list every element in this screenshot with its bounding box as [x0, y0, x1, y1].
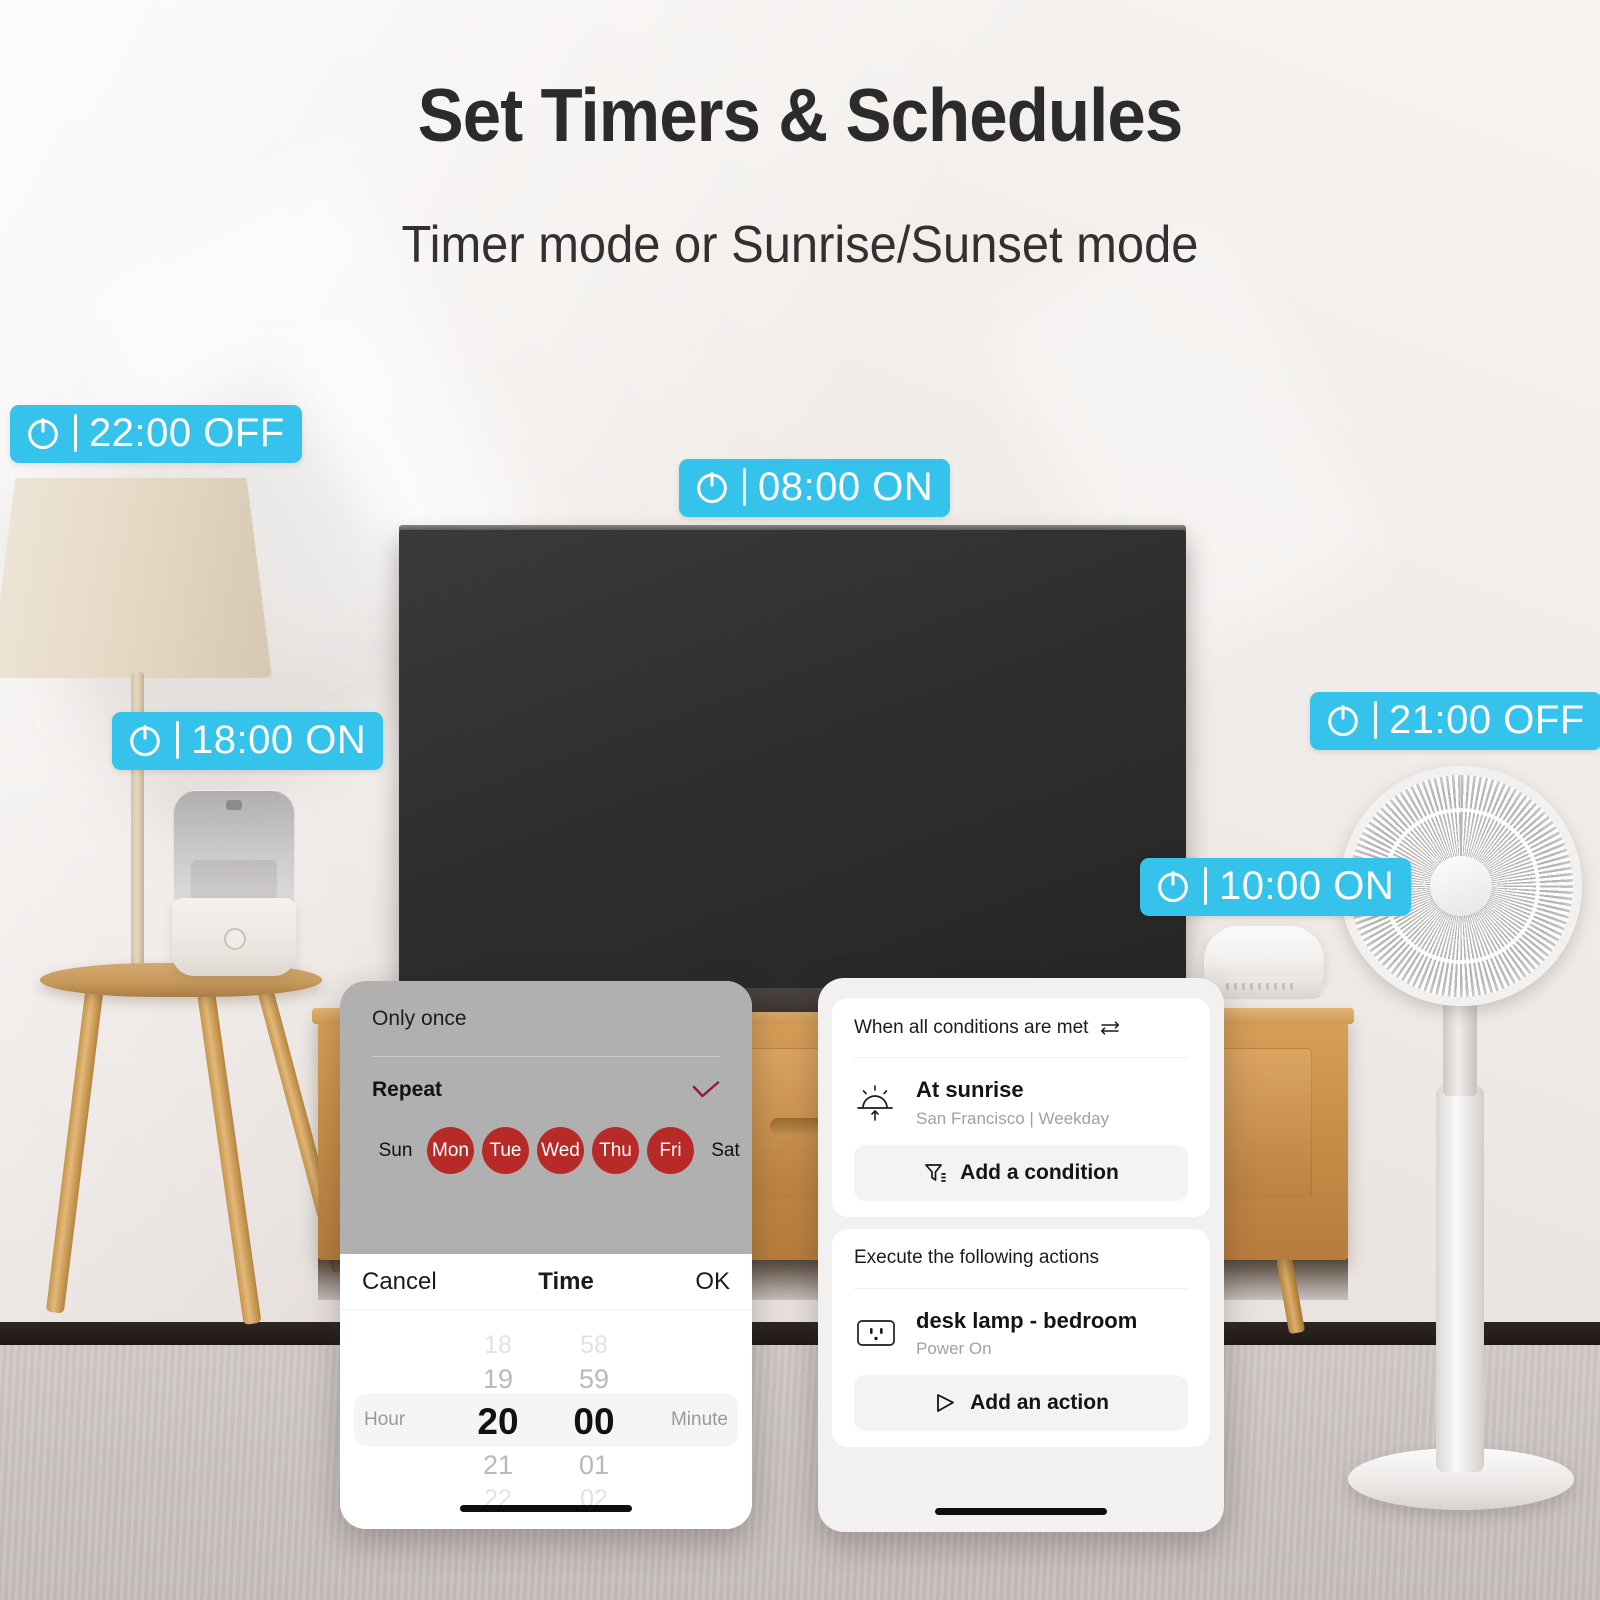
time-picker-header: Cancel Time OK [340, 1254, 752, 1310]
timer-badge-label: 18:00 ON [191, 718, 367, 762]
add-an-action-label: Add an action [970, 1391, 1109, 1414]
filter-icon [925, 1163, 947, 1182]
conditions-header-label: When all conditions are met [854, 1016, 1089, 1038]
repeat-label: Repeat [372, 1078, 443, 1101]
timer-phone-screen: Only once Repeat Sun Mon Tue Wed Thu Fri… [340, 981, 752, 1529]
repeat-row[interactable]: Repeat [372, 1057, 720, 1123]
condition-item-text: At sunrise San Francisco | Weekday [916, 1076, 1109, 1129]
weekday-thu[interactable]: Thu [592, 1127, 639, 1174]
pedestal-fan-pole [1436, 1086, 1484, 1472]
badge-divider [1374, 701, 1377, 739]
action-subtitle: Power On [916, 1339, 992, 1358]
weekday-wed[interactable]: Wed [537, 1127, 584, 1174]
weekday-mon[interactable]: Mon [427, 1127, 474, 1174]
timer-badge-10-00-on: 10:00 ON [1140, 858, 1412, 916]
table-lamp-shade [0, 478, 272, 678]
actions-header-label: Execute the following actions [854, 1247, 1100, 1268]
conditions-header[interactable]: When all conditions are met [854, 998, 1188, 1058]
weekday-sun[interactable]: Sun [372, 1127, 419, 1174]
pedestal-fan-neck [1443, 1000, 1477, 1096]
repeat-sheet-spacer [340, 1210, 752, 1254]
minute-option[interactable]: 01 [546, 1448, 642, 1482]
hour-wheel[interactable]: 18 19 20 21 22 [450, 1328, 546, 1516]
power-icon [1158, 871, 1188, 903]
only-once-row[interactable]: Only once [372, 981, 720, 1057]
hour-option[interactable]: 21 [450, 1448, 546, 1482]
timer-badge-21-00-off: 21:00 OFF [1310, 692, 1600, 750]
home-indicator [935, 1508, 1107, 1515]
timer-badge-label: 08:00 ON [758, 465, 934, 509]
actions-card: Execute the following actions desk lamp … [832, 1228, 1210, 1447]
add-a-condition-button[interactable]: Add a condition [854, 1144, 1188, 1201]
minute-option-selected[interactable]: 00 [546, 1396, 642, 1448]
action-title: desk lamp - bedroom [916, 1307, 1138, 1333]
weekday-tue[interactable]: Tue [482, 1127, 529, 1174]
add-an-action-button[interactable]: Add an action [854, 1375, 1188, 1431]
ok-button[interactable]: OK [695, 1268, 730, 1296]
minute-option[interactable]: 58 [546, 1328, 642, 1362]
timer-badge-22-00-off: 22:00 OFF [10, 405, 302, 463]
timer-badge-label: 22:00 OFF [89, 411, 285, 455]
aroma-diffuser-vent [1226, 983, 1296, 990]
timer-badge-18-00-on: 18:00 ON [112, 712, 384, 770]
power-icon [28, 418, 58, 450]
weekday-selector: Sun Mon Tue Wed Thu Fri Sat [372, 1123, 740, 1210]
hour-option-selected[interactable]: 20 [450, 1396, 546, 1448]
timer-badge-label: 21:00 OFF [1389, 698, 1585, 742]
badge-divider [74, 414, 77, 452]
actions-header: Execute the following actions [854, 1229, 1188, 1289]
action-item-text: desk lamp - bedroom Power On [916, 1307, 1137, 1360]
humidifier-nozzle [226, 800, 242, 810]
power-icon [130, 725, 160, 757]
automation-phone-screen: When all conditions are met At sunrise S… [818, 978, 1224, 1532]
check-icon [692, 1081, 720, 1098]
timer-badge-label: 10:00 ON [1219, 864, 1395, 908]
action-item-desk-lamp[interactable]: desk lamp - bedroom Power On [854, 1289, 1188, 1376]
timer-badge-08-00-on: 08:00 ON [679, 459, 951, 517]
page-subtitle: Timer mode or Sunrise/Sunset mode [401, 216, 1199, 274]
badge-divider [743, 468, 746, 506]
conditions-card: When all conditions are met At sunrise S… [832, 998, 1210, 1217]
play-icon [937, 1394, 954, 1412]
pedestal-fan-hub [1430, 856, 1492, 916]
hour-option[interactable]: 19 [450, 1362, 546, 1396]
minute-wheel[interactable]: 58 59 00 01 02 [546, 1328, 642, 1516]
time-picker[interactable]: Hour Minute 18 19 20 21 22 58 59 00 01 0… [340, 1310, 752, 1529]
hour-option[interactable]: 18 [450, 1328, 546, 1362]
sunrise-icon [857, 1085, 893, 1122]
television-screen [399, 530, 1186, 988]
badge-divider [176, 721, 179, 759]
add-a-condition-label: Add a condition [960, 1160, 1119, 1184]
power-icon [1328, 705, 1358, 737]
condition-subtitle: San Francisco | Weekday [916, 1108, 1110, 1128]
condition-title: At sunrise [916, 1077, 1024, 1102]
home-indicator [460, 1505, 632, 1512]
time-picker-title: Time [538, 1267, 594, 1295]
condition-item-sunrise[interactable]: At sunrise San Francisco | Weekday [854, 1058, 1188, 1145]
humidifier-power-button [224, 928, 246, 950]
weekday-fri[interactable]: Fri [647, 1127, 694, 1174]
power-icon [697, 472, 727, 504]
minute-option[interactable]: 59 [546, 1362, 642, 1396]
repeat-sheet: Only once Repeat Sun Mon Tue Wed Thu Fri… [340, 981, 752, 1210]
only-once-label: Only once [372, 1006, 467, 1030]
swap-icon [1101, 1020, 1120, 1035]
cancel-button[interactable]: Cancel [362, 1268, 437, 1296]
outlet-icon [857, 1319, 895, 1346]
weekday-sat[interactable]: Sat [702, 1127, 749, 1174]
page-title: Set Timers & Schedules [417, 73, 1184, 157]
badge-divider [1204, 867, 1207, 905]
